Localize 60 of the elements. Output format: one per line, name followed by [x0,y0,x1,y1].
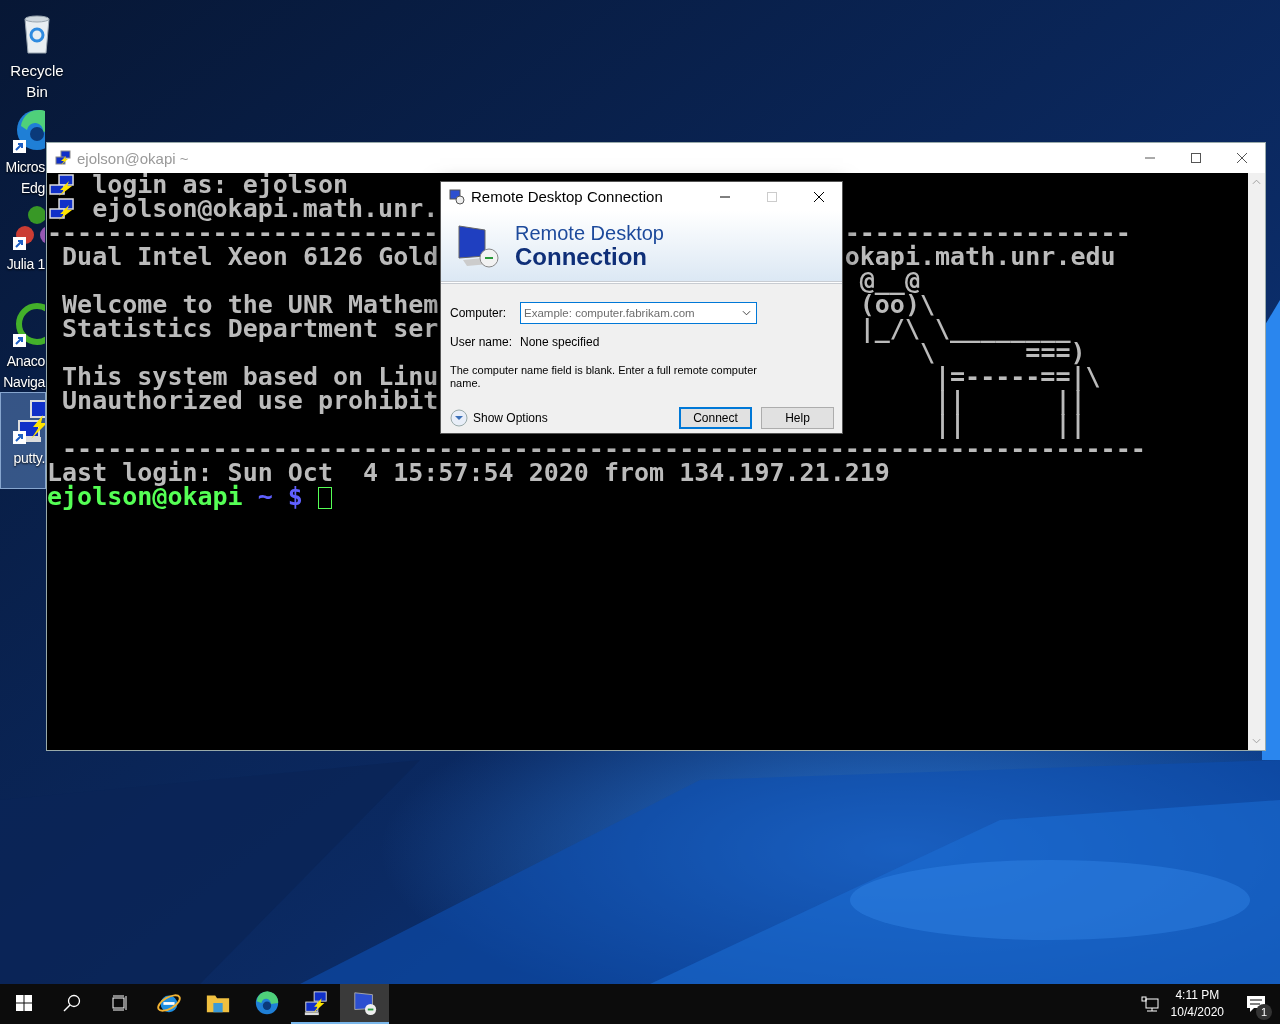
computers-icon [55,150,71,166]
field-value: None specified [520,334,600,349]
ascii-art-line: || || [935,413,1086,437]
search-icon [63,994,81,1012]
maximize-icon [1191,153,1201,163]
taskbar-app[interactable] [340,984,389,1024]
window-title: Remote Desktop Connection [471,188,663,205]
computers-icon [302,990,329,1016]
prompt-path: ~ [257,485,273,509]
ascii-art-line: |_/\ \________ [859,317,1071,341]
show-options-toggle[interactable]: Show Options [450,409,548,427]
close-icon [1237,153,1247,163]
icon-label: Recycle [10,61,64,81]
icon-label: Edg [21,179,45,198]
computer-combobox[interactable]: Example: computer.fabrikam.com [520,301,757,324]
icon-label: Julia 1 [6,255,45,274]
network-icon[interactable] [1140,995,1159,1013]
expand-icon [450,409,468,427]
notification-count: 1 [1256,1004,1272,1020]
browser-icon [253,990,280,1016]
ascii-art-line: |=-----==|\ [935,365,1101,389]
ascii-art-line: @__@ [859,269,920,293]
caret-icon[interactable] [742,309,751,316]
terminal-text: -------------------------- [47,221,439,245]
field-label: Computer: [450,305,508,320]
terminal-text: Statistics Department ser [62,317,439,341]
terminal-text: Welcome to the UNR Mathem [62,293,439,317]
icon-label: Micros [5,158,45,177]
close-icon [813,191,824,202]
terminal-text: This system based on Linu [62,365,439,389]
terminal-text: ejolson@okapi.math.unr. [92,197,439,221]
desktop-shortcut[interactable]: Anaco Naviga [0,295,46,392]
banner-title: Connection [515,244,647,270]
terminal-text: Last login: Sun Oct 4 15:57:54 2020 from 134.197.21.219 [47,461,890,485]
terminal-text: ------------------- [844,221,1131,245]
prompt-user: ejolson@okapi [47,485,243,509]
dialog-button[interactable]: Connect [679,407,752,429]
prompt-symbol: $ [287,485,303,509]
desktop-shortcut[interactable]: Recycle Bin [0,4,74,101]
task-view-icon [111,994,129,1012]
dialog-button[interactable]: Help [761,407,834,429]
icon-label: putty. [13,449,45,468]
monitor-icon [449,188,465,205]
window-title: ejolson@okapi ~ [77,149,189,167]
clock[interactable]: 4:11 PM 10/4/2020 [1158,987,1236,1021]
maximize-icon [766,191,777,202]
windows-icon [16,995,32,1011]
icon-label: Bin [26,82,48,102]
monitor-icon [351,990,378,1016]
terminal-text: login as: ejolson [92,173,348,197]
field-label: User name: [450,334,514,349]
icon-label: Anaco [6,352,45,371]
banner-title: Remote Desktop [515,222,664,244]
terminal-text: okapi.math.unr.edu [844,245,1116,269]
desktop-shortcut[interactable]: Micros Edg [0,101,46,198]
icon-label: Naviga [3,373,45,392]
terminal-text: Unauthorized use prohibit [62,389,439,413]
status-message: The computer name field is blank. Enter a full remote computer name. [450,364,758,390]
ascii-art-line: (oo)\ [859,293,936,317]
terminal-text: Dual Intel Xeon 6126 Gold [62,245,439,269]
